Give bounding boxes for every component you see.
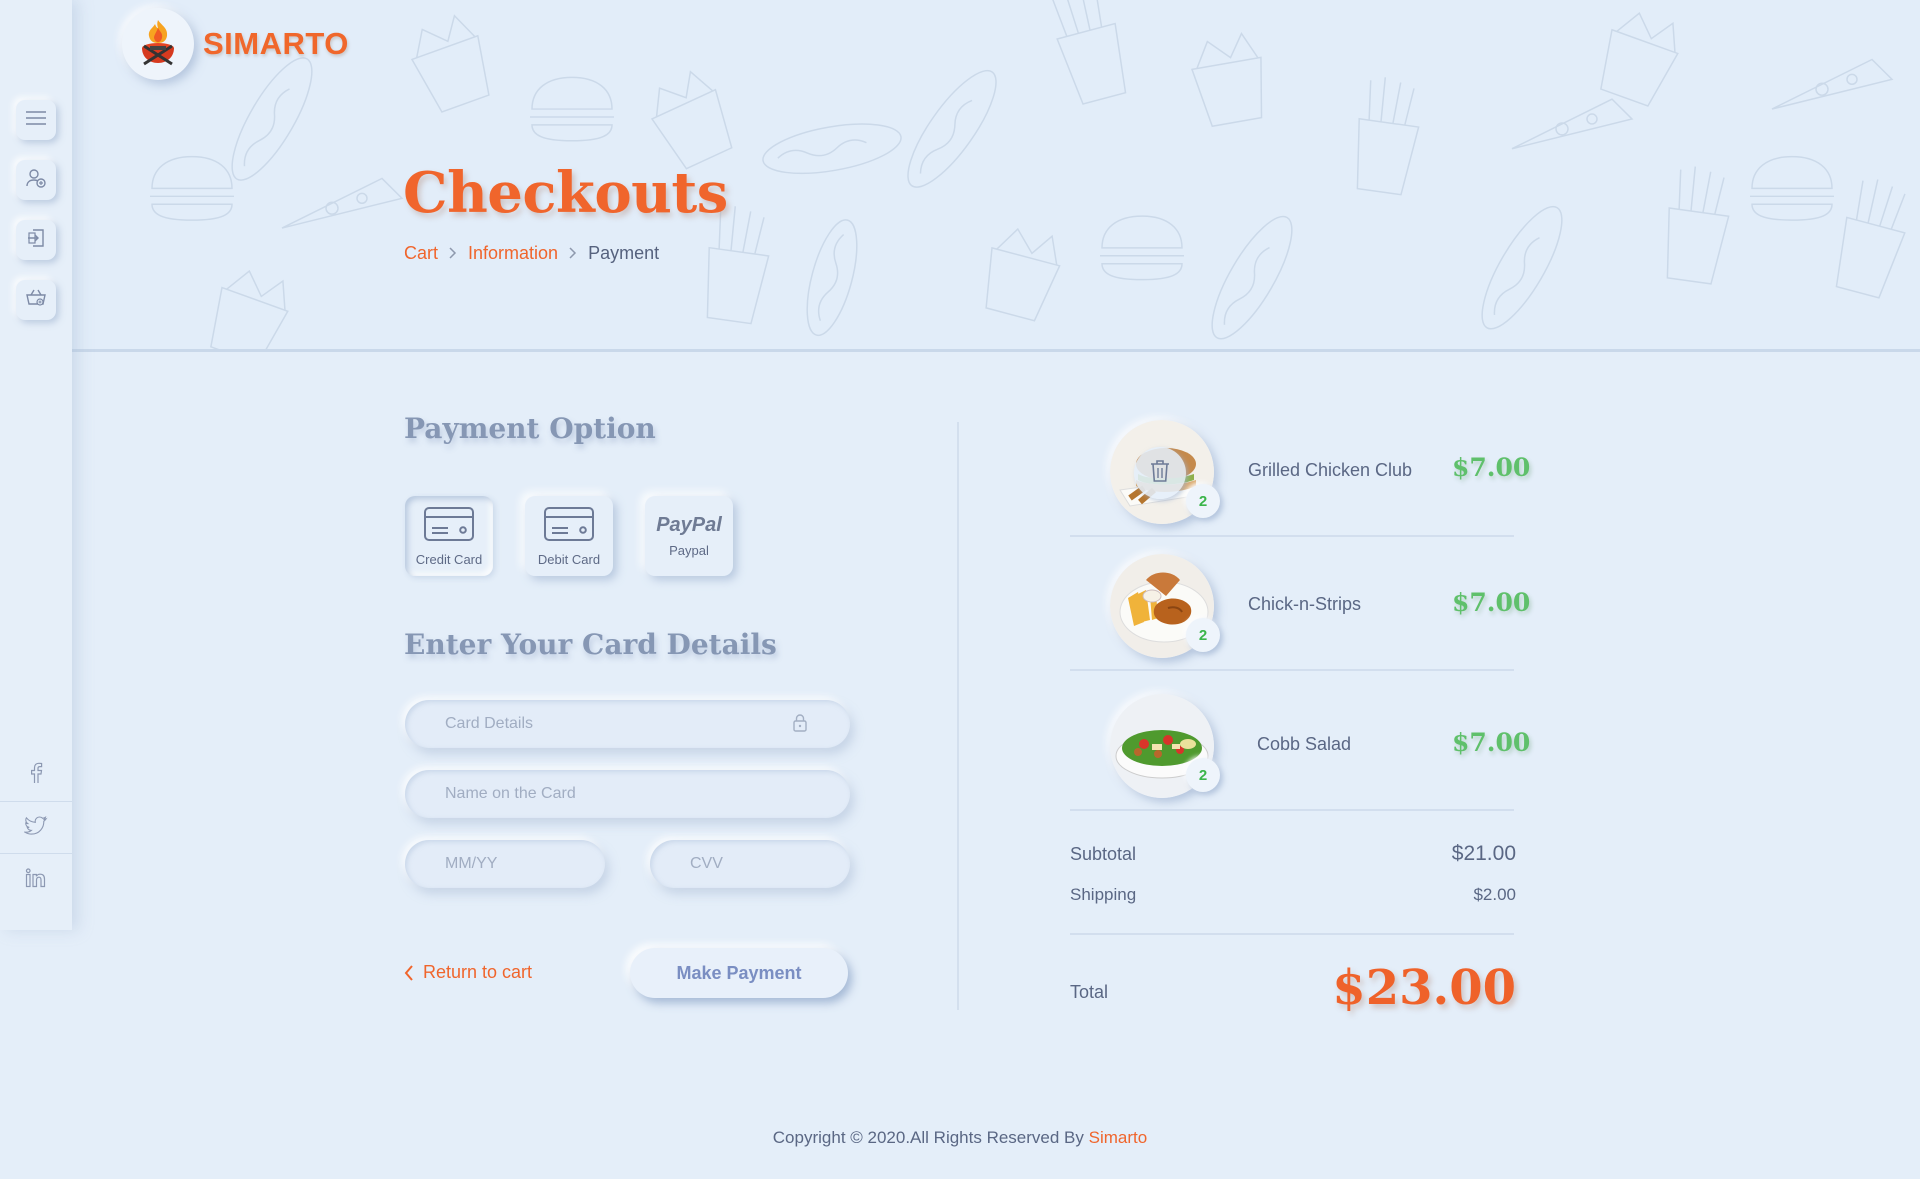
cart-icon — [25, 287, 47, 313]
paypal-label: Paypal — [669, 543, 709, 558]
paypal-logo: PayPal — [656, 514, 722, 536]
breadcrumb-cart[interactable]: Cart — [404, 243, 438, 264]
credit-card-label: Credit Card — [415, 551, 483, 567]
paypal-option[interactable]: PayPal Paypal — [645, 496, 733, 576]
sidebar — [0, 0, 72, 930]
payment-option-title: Payment Option — [404, 412, 656, 445]
return-to-cart-link[interactable]: Return to cart — [404, 962, 532, 983]
item-quantity-badge: 2 — [1186, 484, 1220, 518]
brand-name[interactable]: SIMARTO — [203, 26, 349, 62]
item-quantity-badge: 2 — [1186, 618, 1220, 652]
card-details-input[interactable] — [405, 700, 850, 748]
footer: Copyright © 2020.All Rights Reserved By … — [0, 1128, 1920, 1148]
item-quantity-badge: 2 — [1186, 758, 1220, 792]
twitter-link[interactable] — [0, 802, 72, 854]
subtotal-label: Subtotal — [1070, 844, 1137, 864]
total-value: $23.00 — [1332, 960, 1516, 1016]
breadcrumb-information[interactable]: Information — [468, 243, 558, 264]
credit-card-option[interactable]: Credit Card — [405, 496, 493, 576]
footer-brand-link[interactable]: Simarto — [1089, 1128, 1148, 1147]
debit-card-label: Debit Card — [537, 551, 601, 567]
total-label: Total — [1070, 982, 1109, 1002]
item-price: $7.00 — [1452, 453, 1531, 482]
totals-divider — [1070, 933, 1514, 935]
chevron-right-icon — [449, 246, 457, 262]
name-on-card-input[interactable] — [405, 770, 850, 818]
add-user-button[interactable] — [16, 160, 56, 200]
menu-button[interactable] — [16, 100, 56, 140]
brand-logo[interactable] — [122, 8, 194, 80]
item-price: $7.00 — [1452, 728, 1531, 757]
facebook-icon — [29, 762, 43, 788]
facebook-link[interactable] — [0, 749, 72, 801]
shipping-value: $2.00 — [1473, 885, 1516, 904]
make-payment-button[interactable]: Make Payment — [630, 948, 848, 998]
expiry-input[interactable] — [405, 840, 605, 888]
debit-card-option[interactable]: Debit Card — [525, 496, 613, 576]
page-header — [72, 0, 1920, 352]
twitter-icon — [23, 816, 48, 840]
item-divider — [1070, 669, 1514, 671]
cart-button[interactable] — [16, 280, 56, 320]
trash-icon — [1149, 459, 1171, 487]
item-price: $7.00 — [1452, 588, 1531, 617]
linkedin-link[interactable] — [0, 854, 72, 906]
shipping-label: Shipping — [1070, 885, 1137, 904]
page-title: Checkouts — [403, 160, 728, 226]
linkedin-icon — [25, 868, 47, 892]
cvv-input[interactable] — [650, 840, 850, 888]
login-icon — [25, 227, 47, 253]
breadcrumb-payment: Payment — [588, 243, 660, 263]
chevron-right-icon — [569, 246, 577, 262]
menu-icon — [25, 110, 47, 130]
item-divider — [1070, 809, 1514, 811]
item-name: Grilled Chicken Club — [1248, 460, 1413, 480]
grill-logo-icon — [142, 20, 174, 66]
column-divider — [957, 422, 959, 1010]
chevron-left-icon — [404, 964, 414, 981]
user-add-icon — [25, 167, 47, 193]
debit-card-icon — [543, 506, 595, 546]
item-name: Chick-n-Strips — [1248, 594, 1362, 614]
breadcrumb: Cart Information Payment — [404, 243, 659, 264]
lock-icon — [792, 713, 808, 737]
login-button[interactable] — [16, 220, 56, 260]
item-divider — [1070, 535, 1514, 537]
subtotal-value: $21.00 — [1451, 842, 1516, 865]
food-pattern-background — [150, 0, 1906, 349]
item-name: Cobb Salad — [1257, 734, 1352, 754]
copyright-text: Copyright © 2020.All Rights Reserved By — [772, 1128, 1084, 1147]
credit-card-icon — [423, 506, 475, 546]
return-to-cart-label: Return to cart — [423, 962, 533, 982]
remove-item-button[interactable] — [1134, 447, 1186, 499]
card-details-title: Enter Your Card Details — [404, 628, 777, 661]
